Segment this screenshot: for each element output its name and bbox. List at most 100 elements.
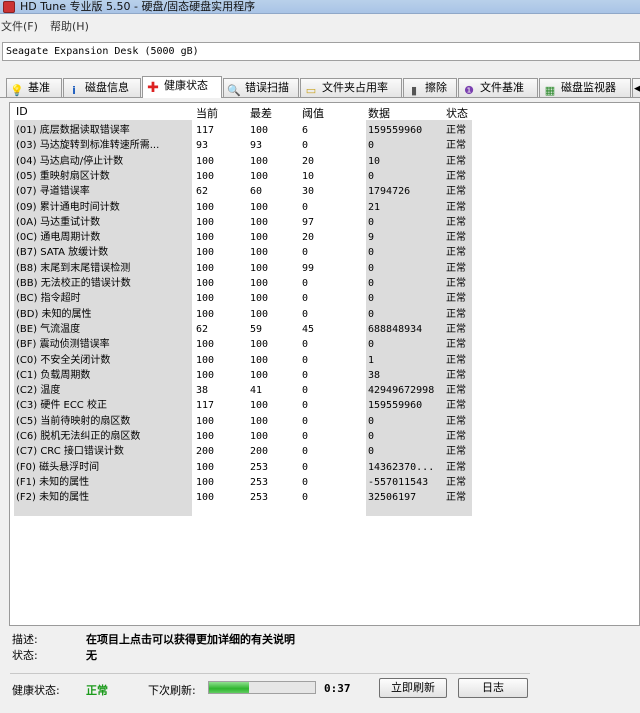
attr-threshold: 0 bbox=[302, 293, 309, 305]
attr-name: (B7) SATA 放缓计数 bbox=[16, 247, 109, 259]
table-row[interactable]: (BD) 未知的属性 100 100 0 0 正常 bbox=[10, 307, 640, 322]
table-row[interactable]: (F1) 未知的属性 100 253 0 -557011543 正常 bbox=[10, 475, 640, 490]
table-row[interactable]: (B8) 末尾到末尾错误检测 100 100 99 0 正常 bbox=[10, 261, 640, 276]
attr-status: 正常 bbox=[446, 323, 466, 335]
log-button[interactable]: 日志 bbox=[458, 678, 528, 698]
attr-worst: 100 bbox=[250, 170, 269, 182]
table-row[interactable]: (C1) 负载周期数 100 100 0 38 正常 bbox=[10, 368, 640, 383]
tab-label: 磁盘监视器 bbox=[561, 81, 616, 94]
tab-label: 错误扫描 bbox=[245, 81, 289, 94]
col-header-current[interactable]: 当前 bbox=[196, 105, 218, 121]
menu-help[interactable]: 帮助(H) bbox=[50, 18, 89, 34]
hdtune-app-icon bbox=[3, 1, 15, 13]
attr-threshold: 0 bbox=[302, 476, 309, 488]
table-row[interactable]: (0C) 通电周期计数 100 100 20 9 正常 bbox=[10, 230, 640, 245]
table-row[interactable]: (B7) SATA 放缓计数 100 100 0 0 正常 bbox=[10, 245, 640, 260]
table-row[interactable]: (BC) 指令超时 100 100 0 0 正常 bbox=[10, 291, 640, 306]
table-row[interactable]: (C2) 温度 38 41 0 42949672998 正常 bbox=[10, 383, 640, 398]
table-row[interactable]: (07) 寻道错误率 62 60 30 1794726 正常 bbox=[10, 184, 640, 199]
attr-current: 100 bbox=[196, 431, 215, 442]
file-benchmark-icon: ❶ bbox=[464, 84, 474, 97]
tab-more[interactable]: ◀ bbox=[632, 78, 640, 98]
attr-name: (C0) 不安全关闭计数 bbox=[16, 354, 111, 366]
tab-folder-usage[interactable]: ▭ 文件夹占用率 bbox=[300, 78, 402, 98]
attr-current: 117 bbox=[196, 400, 215, 412]
table-row[interactable]: (0A) 马达重试计数 100 100 97 0 正常 bbox=[10, 215, 640, 230]
tab-error-scan[interactable]: 🔍 错误扫描 bbox=[223, 78, 299, 98]
attr-status: 正常 bbox=[446, 247, 466, 259]
table-row[interactable]: (BB) 无法校正的错误计数 100 100 0 0 正常 bbox=[10, 276, 640, 291]
attr-name: (F2) 未知的属性 bbox=[16, 492, 90, 504]
table-row[interactable]: (04) 马达启动/停止计数 100 100 20 10 正常 bbox=[10, 154, 640, 169]
info-icon: i bbox=[72, 84, 76, 97]
attr-status: 正常 bbox=[446, 155, 466, 167]
attr-threshold: 97 bbox=[302, 216, 315, 228]
table-row[interactable]: (C0) 不安全关闭计数 100 100 0 1 正常 bbox=[10, 353, 640, 368]
table-row[interactable]: (C7) CRC 接口错误计数 200 200 0 0 正常 bbox=[10, 444, 640, 459]
attr-current: 100 bbox=[196, 293, 215, 305]
health-cross-icon: ✚ bbox=[147, 80, 159, 96]
col-header-threshold[interactable]: 阈值 bbox=[302, 105, 324, 121]
tab-scroll-icon: ◀ bbox=[634, 84, 640, 94]
attr-name: (BD) 未知的属性 bbox=[16, 308, 92, 320]
attr-data: 21 bbox=[368, 201, 381, 213]
attr-data: 0 bbox=[368, 308, 375, 320]
refresh-now-button[interactable]: 立即刷新 bbox=[379, 678, 447, 698]
attr-worst: 253 bbox=[250, 476, 269, 488]
attr-threshold: 0 bbox=[302, 431, 309, 442]
attr-name: (BC) 指令超时 bbox=[16, 293, 81, 305]
col-header-worst[interactable]: 最差 bbox=[250, 105, 272, 121]
title-bar: HD Tune 专业版 5.50 - 硬盘/固态硬盘实用程序 bbox=[0, 0, 640, 14]
tab-erase[interactable]: ▮ 擦除 bbox=[403, 78, 457, 98]
tab-label: 健康状态 bbox=[164, 79, 208, 92]
menu-file[interactable]: 文件(F) bbox=[1, 18, 38, 34]
attr-threshold: 20 bbox=[302, 155, 315, 167]
attr-threshold: 0 bbox=[302, 492, 309, 504]
table-row[interactable]: (09) 累计通电时间计数 100 100 0 21 正常 bbox=[10, 200, 640, 215]
attr-name: (F1) 未知的属性 bbox=[16, 476, 90, 488]
table-row[interactable]: (BE) 气流温度 62 59 45 688848934 正常 bbox=[10, 322, 640, 337]
attr-worst: 100 bbox=[250, 262, 269, 274]
table-row[interactable]: (F2) 未知的属性 100 253 0 32506197 正常 bbox=[10, 490, 640, 505]
description-value: 在项目上点击可以获得更加详细的有关说明 bbox=[86, 633, 295, 646]
attr-threshold: 45 bbox=[302, 323, 315, 335]
tab-benchmark[interactable]: 💡 基准 bbox=[6, 78, 62, 98]
attr-status: 正常 bbox=[446, 431, 466, 442]
attr-data: 0 bbox=[368, 262, 375, 274]
attr-threshold: 30 bbox=[302, 186, 315, 198]
menu-bar: 文件(F) 帮助(H) bbox=[0, 15, 640, 35]
health-status-label: 健康状态: bbox=[12, 684, 60, 697]
attr-name: (BE) 气流温度 bbox=[16, 323, 81, 335]
tab-disk-monitor[interactable]: ▦ 磁盘监视器 bbox=[539, 78, 631, 98]
attr-current: 62 bbox=[196, 323, 209, 335]
col-header-id[interactable]: ID bbox=[16, 105, 28, 118]
attr-data: -557011543 bbox=[368, 476, 429, 488]
attr-threshold: 20 bbox=[302, 232, 315, 244]
table-row[interactable]: (01) 底层数据读取错误率 117 100 6 159559960 正常 bbox=[10, 123, 640, 138]
table-row[interactable]: (C3) 硬件 ECC 校正 117 100 0 159559960 正常 bbox=[10, 398, 640, 413]
attr-threshold: 6 bbox=[302, 125, 309, 136]
col-header-data[interactable]: 数据 bbox=[368, 105, 390, 121]
attr-status: 正常 bbox=[446, 125, 466, 136]
monitor-icon: ▦ bbox=[544, 84, 556, 97]
table-row[interactable]: (BF) 震动侦测错误率 100 100 0 0 正常 bbox=[10, 337, 640, 352]
table-row[interactable]: (05) 重映射扇区计数 100 100 10 0 正常 bbox=[10, 169, 640, 184]
col-header-status[interactable]: 状态 bbox=[446, 105, 468, 121]
attr-threshold: 0 bbox=[302, 247, 309, 259]
table-row[interactable]: (F0) 磁头悬浮时间 100 253 0 14362370... 正常 bbox=[10, 460, 640, 475]
attr-data: 1 bbox=[368, 354, 375, 366]
drive-bar: Seagate Expansion Desk (5000 gB) bbox=[0, 40, 640, 64]
table-row[interactable]: (C6) 脱机无法纠正的扇区数 100 100 0 0 正常 bbox=[10, 429, 640, 444]
trash-icon: ▮ bbox=[410, 84, 418, 97]
attr-worst: 93 bbox=[250, 140, 263, 152]
table-row[interactable]: (03) 马达旋转到标准转速所需... 93 93 0 0 正常 bbox=[10, 138, 640, 153]
tab-disk-info[interactable]: i 磁盘信息 bbox=[63, 78, 141, 98]
attr-name: (F0) 磁头悬浮时间 bbox=[16, 461, 100, 473]
attr-worst: 100 bbox=[250, 232, 269, 244]
table-row[interactable]: (C5) 当前待映射的扇区数 100 100 0 0 正常 bbox=[10, 414, 640, 429]
attr-current: 100 bbox=[196, 170, 215, 182]
tab-file-benchmark[interactable]: ❶ 文件基准 bbox=[458, 78, 538, 98]
drive-select[interactable]: Seagate Expansion Desk (5000 gB) bbox=[2, 42, 640, 61]
tab-health[interactable]: ✚ 健康状态 bbox=[142, 76, 222, 98]
next-refresh-label: 下次刷新: bbox=[148, 684, 196, 697]
